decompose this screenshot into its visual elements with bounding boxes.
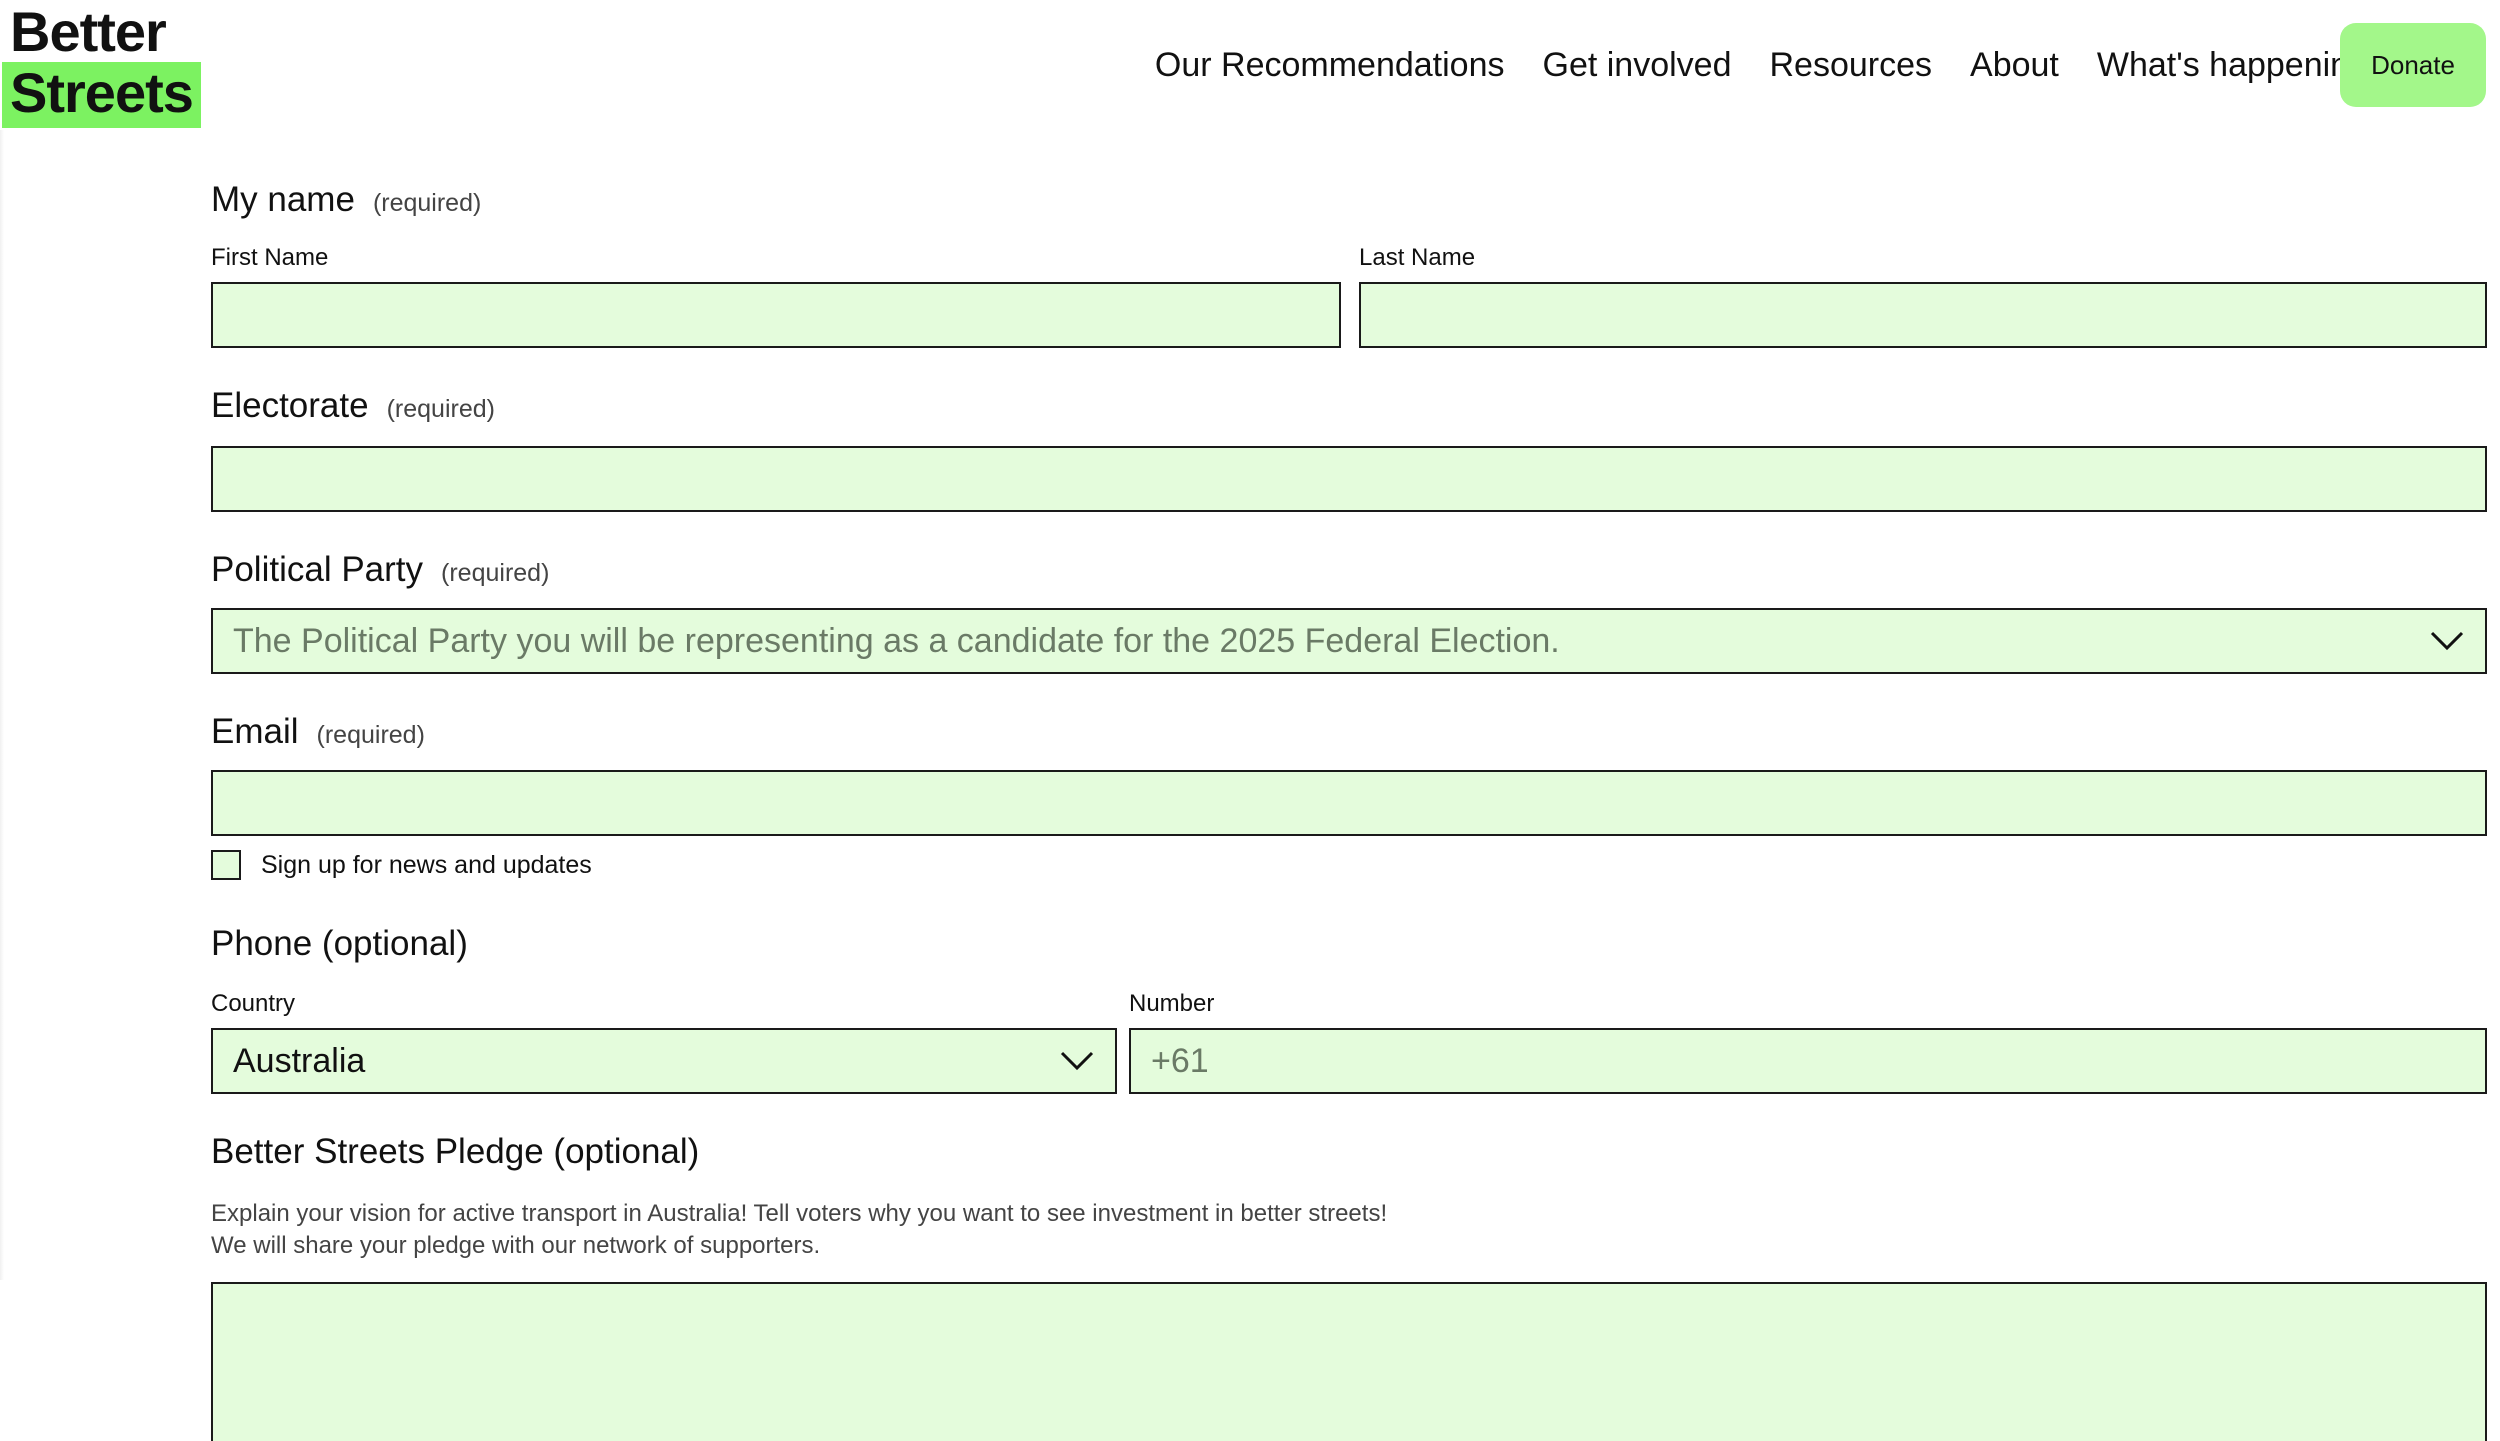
nav-whats-happening[interactable]: What's happening (2097, 46, 2368, 85)
number-group: Number +61 (1129, 990, 2487, 1094)
last-name-group: Last Name (1359, 244, 2487, 348)
electorate-input[interactable] (211, 446, 2487, 512)
party-select-placeholder: The Political Party you will be represen… (233, 621, 1560, 660)
party-title: Political Party (211, 550, 424, 589)
email-input[interactable] (211, 770, 2487, 836)
nav-resources[interactable]: Resources (1770, 46, 1933, 85)
chevron-down-icon (1059, 1043, 1095, 1079)
electorate-title: Electorate (211, 386, 369, 425)
phone-number-input[interactable]: +61 (1129, 1028, 2487, 1094)
phone-row: Country Australia Number +61 (211, 990, 2487, 1094)
newsletter-checkbox[interactable] (211, 850, 241, 880)
phone-section-title: Phone (optional) (211, 924, 2487, 970)
number-label: Number (1129, 990, 1215, 1017)
country-label: Country (211, 990, 296, 1017)
site-logo[interactable]: Better Streets (2, 4, 201, 128)
email-section-title: Email (required) (211, 712, 2487, 758)
party-select[interactable]: The Political Party you will be represen… (211, 608, 2487, 674)
first-name-input[interactable] (211, 282, 1341, 348)
pledge-title: Better Streets Pledge (optional) (211, 1132, 700, 1171)
nav-our-recommendations[interactable]: Our Recommendations (1155, 46, 1505, 85)
electorate-section-title: Electorate (required) (211, 386, 2487, 432)
required-tag: (required) (316, 721, 425, 749)
country-select[interactable]: Australia (211, 1028, 1117, 1094)
name-section-title: My name (required) (211, 180, 2487, 226)
last-name-input[interactable] (1359, 282, 2487, 348)
chevron-down-icon (2429, 623, 2465, 659)
name-row: First Name Last Name (211, 244, 2487, 348)
newsletter-row: Sign up for news and updates (211, 850, 2487, 880)
last-name-label: Last Name (1359, 244, 1476, 271)
pledge-description: Explain your vision for active transport… (211, 1198, 2487, 1262)
required-tag: (required) (372, 189, 482, 217)
candidate-form: My name (required) First Name Last Name … (211, 180, 2487, 1441)
country-select-value: Australia (233, 1041, 366, 1080)
required-tag: (required) (441, 559, 550, 587)
required-tag: (required) (386, 395, 495, 423)
phone-title: Phone (optional) (211, 924, 468, 963)
first-name-label: First Name (211, 244, 329, 271)
country-group: Country Australia (211, 990, 1117, 1094)
logo-line-1: Better (10, 0, 167, 63)
main-nav: Our Recommendations Get involved Resourc… (1155, 40, 2368, 90)
nav-about[interactable]: About (1970, 46, 2059, 85)
party-section-title: Political Party (required) (211, 550, 2487, 596)
logo-line-2: Streets (2, 62, 201, 128)
page-edge-shadow (0, 130, 4, 1280)
pledge-desc-line-1: Explain your vision for active transport… (211, 1200, 1388, 1227)
pledge-section-title: Better Streets Pledge (optional) (211, 1132, 2487, 1178)
name-title: My name (211, 180, 355, 219)
email-title: Email (211, 712, 299, 751)
first-name-group: First Name (211, 244, 1341, 348)
nav-get-involved[interactable]: Get involved (1543, 46, 1732, 85)
page: Better Streets Our Recommendations Get i… (0, 0, 2500, 1441)
newsletter-label[interactable]: Sign up for news and updates (261, 851, 592, 880)
donate-button[interactable]: Donate (2340, 23, 2486, 107)
pledge-desc-line-2: We will share your pledge with our netwo… (211, 1232, 821, 1259)
pledge-textarea[interactable] (211, 1282, 2487, 1441)
